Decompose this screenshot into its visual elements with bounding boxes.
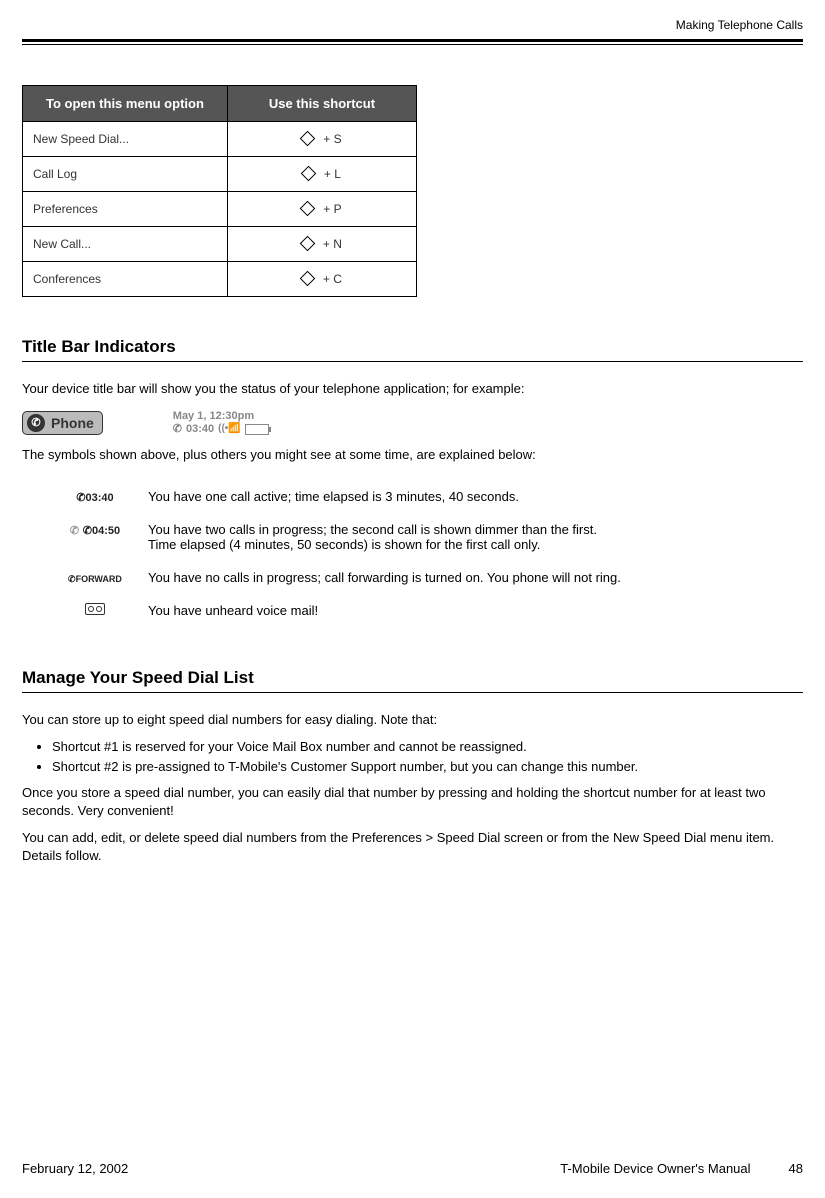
header-rule [22, 44, 803, 45]
signal-icon: ((•📶 [218, 423, 241, 435]
phone-icon: ✆ [27, 414, 45, 432]
menu-key-icon [301, 166, 317, 182]
cell-option: Preferences [23, 192, 228, 227]
menu-key-icon [300, 236, 316, 252]
menu-key-icon [300, 271, 316, 287]
footer-title: T-Mobile Device Owner's Manual [560, 1161, 750, 1176]
table-row: New Speed Dial... + S [23, 122, 417, 157]
section-rule [22, 361, 803, 362]
indicator-explain-table: ✆03:40 You have one call active; time el… [50, 479, 631, 628]
indicator-text: You have unheard voice mail! [140, 595, 629, 626]
shortcut-key: + L [324, 167, 341, 181]
footer-date: February 12, 2002 [22, 1161, 128, 1176]
shortcut-key: + P [323, 202, 341, 216]
table-row: Conferences + C [23, 262, 417, 297]
paragraph: Your device title bar will show you the … [22, 380, 803, 398]
battery-icon [245, 424, 269, 435]
table-header-option: To open this menu option [23, 86, 228, 122]
cell-shortcut: + L [227, 157, 416, 192]
shortcut-table: To open this menu option Use this shortc… [22, 85, 417, 297]
paragraph: The symbols shown above, plus others you… [22, 446, 803, 464]
status-area: May 1, 12:30pm ✆ 03:40 ((•📶 [173, 410, 269, 436]
phone-label: Phone [51, 415, 94, 431]
paragraph: You can add, edit, or delete speed dial … [22, 829, 803, 864]
cell-shortcut: + N [227, 227, 416, 262]
header-rule [22, 39, 803, 42]
cell-shortcut: + S [227, 122, 416, 157]
status-datetime: May 1, 12:30pm [173, 410, 269, 423]
handset-icon: ✆ [173, 423, 182, 436]
section-heading: Title Bar Indicators [22, 337, 803, 357]
cell-shortcut: + P [227, 192, 416, 227]
explain-row: ✆ ✆04:50 You have two calls in progress;… [52, 514, 629, 560]
paragraph: You can store up to eight speed dial num… [22, 711, 803, 729]
explain-row: ✆FORWARD You have no calls in progress; … [52, 562, 629, 593]
indicator-text: You have two calls in progress; the seco… [140, 514, 629, 560]
cell-option: New Call... [23, 227, 228, 262]
status-timer: 03:40 [186, 423, 214, 436]
cell-option: Conferences [23, 262, 228, 297]
running-header: Making Telephone Calls [22, 18, 803, 35]
menu-key-icon [300, 201, 316, 217]
list-item: Shortcut #2 is pre-assigned to T-Mobile'… [52, 759, 803, 774]
cell-option: Call Log [23, 157, 228, 192]
cell-shortcut: + C [227, 262, 416, 297]
table-row: Call Log + L [23, 157, 417, 192]
indicator-icon [52, 595, 138, 626]
shortcut-key: + N [323, 237, 342, 251]
indicator-icon: ✆ ✆04:50 [52, 514, 138, 560]
menu-key-icon [300, 131, 316, 147]
phone-app-capsule: ✆ Phone [22, 411, 103, 435]
title-bar-example: ✆ Phone May 1, 12:30pm ✆ 03:40 ((•📶 [22, 410, 803, 436]
indicator-text: You have no calls in progress; call forw… [140, 562, 629, 593]
explain-row: ✆03:40 You have one call active; time el… [52, 481, 629, 512]
paragraph: Once you store a speed dial number, you … [22, 784, 803, 819]
page-footer: February 12, 2002 T-Mobile Device Owner'… [22, 1161, 803, 1176]
voicemail-icon [85, 603, 105, 615]
shortcut-key: + S [323, 132, 341, 146]
footer-page: 48 [789, 1161, 803, 1176]
table-row: New Call... + N [23, 227, 417, 262]
table-header-shortcut: Use this shortcut [227, 86, 416, 122]
indicator-text: You have one call active; time elapsed i… [140, 481, 629, 512]
section-heading: Manage Your Speed Dial List [22, 668, 803, 688]
explain-row: You have unheard voice mail! [52, 595, 629, 626]
list-item: Shortcut #1 is reserved for your Voice M… [52, 739, 803, 754]
cell-option: New Speed Dial... [23, 122, 228, 157]
table-row: Preferences + P [23, 192, 417, 227]
indicator-icon: ✆FORWARD [52, 562, 138, 593]
shortcut-key: + C [323, 272, 342, 286]
indicator-icon: ✆03:40 [52, 481, 138, 512]
bullet-list: Shortcut #1 is reserved for your Voice M… [22, 739, 803, 774]
section-rule [22, 692, 803, 693]
